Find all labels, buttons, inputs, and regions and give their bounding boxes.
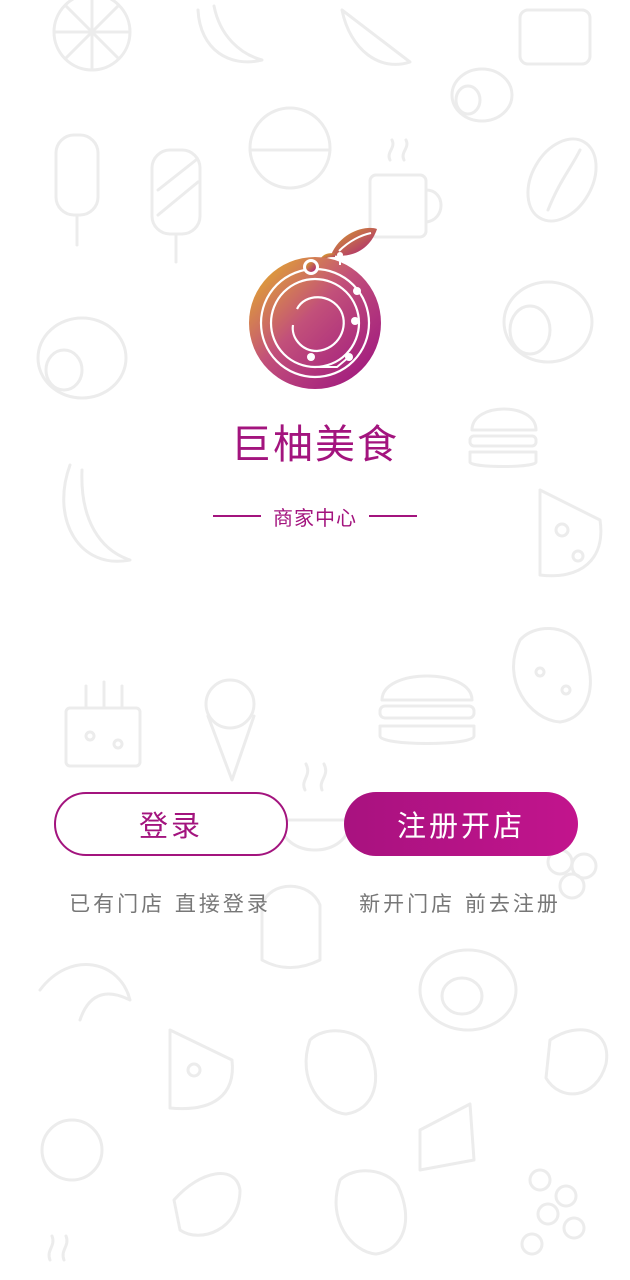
merchant-center-welcome-screen: 巨柚美食 商家中心 登录 注册开店 已有门店 直接登录 新开门店 前去注册: [0, 0, 630, 1280]
grapefruit-circuit-logo-icon: [249, 227, 381, 389]
subtitle-divider-left: [213, 515, 261, 517]
food-doodle-pattern-icon: [36, 0, 609, 1262]
page-subtitle: 商家中心: [273, 505, 357, 530]
login-hint: 已有门店 直接登录: [69, 892, 271, 916]
register-store-button[interactable]: 注册开店: [344, 792, 578, 856]
brand-logo: [245, 225, 385, 395]
brand-name: 巨柚美食: [231, 422, 399, 468]
subtitle-row: 商家中心: [0, 500, 630, 532]
login-button[interactable]: 登录: [54, 792, 288, 856]
food-doodle-background: [0, 0, 630, 1280]
subtitle-divider-right: [369, 515, 417, 517]
register-hint: 新开门店 前去注册: [359, 892, 561, 916]
